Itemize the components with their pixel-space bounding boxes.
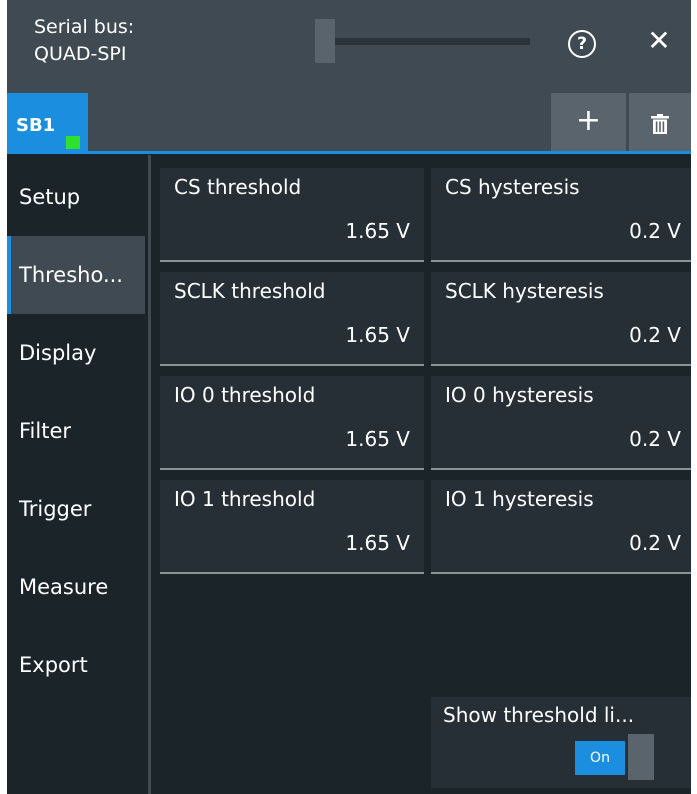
field-value: 1.65 V	[345, 427, 410, 451]
io1-hysteresis-field[interactable]: IO 1 hysteresis 0.2 V	[431, 480, 691, 574]
field-value: 0.2 V	[629, 219, 681, 243]
sidebar-item-label: Display	[19, 341, 97, 365]
field-label: CS hysteresis	[445, 175, 580, 199]
field-value: 0.2 V	[629, 323, 681, 347]
sidebar-item-label: Setup	[19, 185, 81, 209]
field-label: SCLK hysteresis	[445, 279, 604, 303]
sidebar-item-display[interactable]: Display	[7, 314, 145, 392]
dialog-title: Serial bus: QUAD-SPI	[34, 14, 134, 68]
sidebar-item-label: Trigger	[19, 497, 92, 521]
sidebar-item-label: Export	[19, 653, 88, 677]
show-threshold-toggle[interactable]: On	[575, 741, 625, 775]
sidebar-item-label: Filter	[19, 419, 72, 443]
io0-hysteresis-field[interactable]: IO 0 hysteresis 0.2 V	[431, 376, 691, 470]
field-underline	[160, 364, 424, 366]
sidebar-item-measure[interactable]: Measure	[7, 548, 145, 626]
plus-icon: +	[575, 103, 602, 138]
field-label: IO 0 hysteresis	[445, 383, 594, 407]
help-icon[interactable]: ?	[568, 30, 596, 58]
field-value: 1.65 V	[345, 531, 410, 555]
sidebar-item-threshold[interactable]: Thresho...	[7, 236, 145, 314]
field-underline	[431, 468, 691, 470]
delete-bus-button[interactable]	[629, 93, 691, 151]
io0-threshold-field[interactable]: IO 0 threshold 1.65 V	[160, 376, 424, 470]
close-icon[interactable]: ✕	[644, 24, 674, 58]
field-label: IO 0 threshold	[174, 383, 316, 407]
transparency-slider-track[interactable]	[331, 38, 530, 45]
sidebar-item-setup[interactable]: Setup	[7, 158, 145, 236]
sidebar-item-trigger[interactable]: Trigger	[7, 470, 145, 548]
sidebar-item-label: Thresho...	[19, 263, 123, 287]
show-threshold-lines-panel: Show threshold li... On	[431, 697, 691, 788]
sidebar-item-filter[interactable]: Filter	[7, 392, 145, 470]
field-label: IO 1 threshold	[174, 487, 316, 511]
title-line-1: Serial bus:	[34, 16, 135, 38]
field-underline	[431, 364, 691, 366]
serial-bus-dialog: Serial bus: QUAD-SPI ? ✕ SB1 + Setup Thr	[7, 0, 691, 794]
toggle-thumb[interactable]	[628, 734, 654, 780]
field-value: 1.65 V	[345, 323, 410, 347]
field-value: 0.2 V	[629, 427, 681, 451]
field-underline	[160, 572, 424, 574]
sidebar-divider	[148, 155, 151, 794]
field-value: 0.2 V	[629, 531, 681, 555]
trash-icon	[651, 114, 669, 134]
field-underline	[431, 260, 691, 262]
io1-threshold-field[interactable]: IO 1 threshold 1.65 V	[160, 480, 424, 574]
add-bus-button[interactable]: +	[551, 93, 626, 151]
field-label: CS threshold	[174, 175, 302, 199]
tab-bar-underline	[7, 151, 691, 154]
tab-sb1[interactable]: SB1	[7, 93, 88, 151]
field-value: 1.65 V	[345, 219, 410, 243]
field-underline	[160, 260, 424, 262]
cs-threshold-field[interactable]: CS threshold 1.65 V	[160, 168, 424, 262]
sidebar-item-export[interactable]: Export	[7, 626, 145, 704]
transparency-slider-handle[interactable]	[315, 19, 335, 63]
field-label: SCLK threshold	[174, 279, 326, 303]
show-threshold-label: Show threshold li...	[443, 703, 635, 727]
sclk-hysteresis-field[interactable]: SCLK hysteresis 0.2 V	[431, 272, 691, 366]
sidebar-item-label: Measure	[19, 575, 109, 599]
field-underline	[160, 468, 424, 470]
sclk-threshold-field[interactable]: SCLK threshold 1.65 V	[160, 272, 424, 366]
field-label: IO 1 hysteresis	[445, 487, 594, 511]
cs-hysteresis-field[interactable]: CS hysteresis 0.2 V	[431, 168, 691, 262]
title-bar: Serial bus: QUAD-SPI ? ✕	[7, 0, 691, 93]
field-underline	[431, 572, 691, 574]
tab-sb1-label: SB1	[16, 115, 56, 136]
sidebar: Setup Thresho... Display Filter Trigger …	[7, 155, 148, 794]
bus-color-indicator	[66, 136, 80, 149]
active-indicator	[7, 236, 11, 314]
title-line-2: QUAD-SPI	[34, 43, 127, 65]
